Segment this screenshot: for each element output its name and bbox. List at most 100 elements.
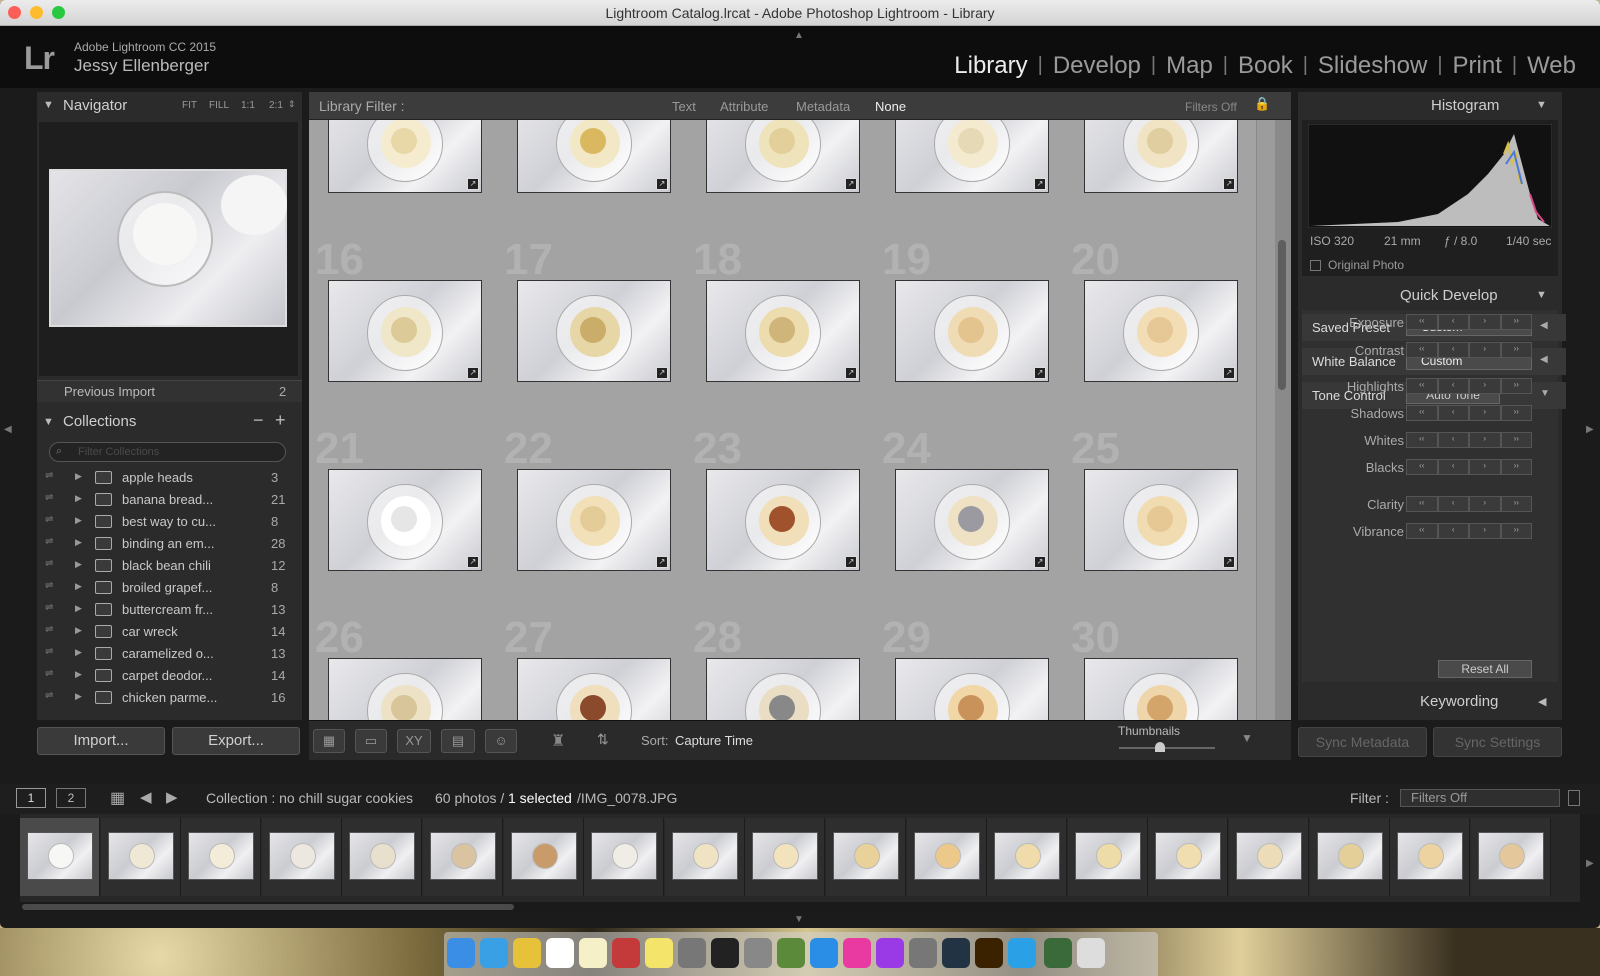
filter-tab-attribute[interactable]: Attribute [720,99,768,114]
stickies-icon[interactable] [645,938,673,968]
decrease-small-button[interactable]: ‹ [1437,342,1469,358]
photo-thumbnail[interactable]: ↗ [517,120,671,193]
filmstrip-thumbnail[interactable] [100,818,181,896]
decrease-large-button[interactable]: ‹‹ [1406,314,1438,330]
increase-small-button[interactable]: › [1469,378,1501,394]
grid-cell[interactable]: 26↗ [309,613,501,720]
grid-cell[interactable]: 27↗ [498,613,690,720]
grid-cell[interactable]: ↗ [1065,120,1257,239]
zoom-stepper-icon[interactable]: ⇕ [288,99,296,110]
thumbnail-size-slider[interactable] [1119,742,1215,752]
grid-cell[interactable]: 24 ↗ [876,424,1068,617]
trash-icon[interactable] [1077,938,1105,968]
increase-small-button[interactable]: › [1469,432,1501,448]
module-develop[interactable]: Develop [1043,52,1151,80]
edited-badge-icon[interactable]: ↗ [1034,367,1046,379]
grid-cell[interactable]: 22 ↗ [498,424,690,617]
expand-triangle-icon[interactable]: ▶ [75,691,82,702]
sync-arrow-icon[interactable]: ⇌ [45,646,53,657]
filter-tab-text[interactable]: Text [672,99,696,114]
filmstrip-thumbnail[interactable] [1470,818,1551,896]
edited-badge-icon[interactable]: ↗ [845,367,857,379]
sync-arrow-icon[interactable]: ⇌ [45,536,53,547]
grid-scrollbar-track[interactable] [1275,120,1291,720]
filmstrip-thumbnail[interactable] [1229,818,1309,896]
decrease-large-button[interactable]: ‹‹ [1406,405,1438,421]
calculator-icon[interactable] [678,938,706,968]
disclosure-triangle-icon[interactable]: ▼ [1536,289,1547,301]
edited-badge-icon[interactable]: ↗ [656,556,668,568]
photo-thumbnail[interactable]: ↗ [328,120,482,193]
disclosure-triangle-icon[interactable]: ▼ [43,416,54,428]
photo-thumbnail[interactable]: ↗ [895,280,1049,382]
photo-thumbnail[interactable]: ↗ [517,280,671,382]
filmstrip-thumbnail[interactable] [503,818,584,896]
expand-triangle-icon[interactable]: ▶ [75,515,82,526]
edited-badge-icon[interactable]: ↗ [656,367,668,379]
original-photo-checkbox[interactable] [1310,260,1321,271]
filmstrip-thumbnail[interactable] [181,818,262,896]
filmstrip-scrollbar[interactable] [20,902,1580,912]
increase-small-button[interactable]: › [1469,496,1501,512]
increase-small-button[interactable]: › [1469,342,1501,358]
module-book[interactable]: Book [1228,52,1303,80]
collapse-top-panel-icon[interactable]: ▲ [794,30,804,41]
collection-item[interactable]: ⇌ ▶ caramelized o... 13 [41,643,286,665]
collection-item[interactable]: ⇌ ▶ broiled grapef... 8 [41,577,286,599]
people-view-icon[interactable]: ☺ [485,729,517,753]
zoom-fit[interactable]: FIT [182,100,197,111]
sync-arrow-icon[interactable]: ⇌ [45,492,53,503]
sync-arrow-icon[interactable]: ⇌ [45,624,53,635]
edited-badge-icon[interactable]: ↗ [845,178,857,190]
safari-icon[interactable] [480,938,508,968]
photo-thumbnail[interactable]: ↗ [328,658,482,720]
lock-icon[interactable]: 🔒 [1254,96,1270,112]
disclosure-triangle-icon[interactable]: ▼ [1536,99,1547,111]
export-button[interactable]: Export... [172,727,300,755]
photo-thumbnail[interactable]: ↗ [706,469,860,571]
edited-badge-icon[interactable]: ↗ [1034,178,1046,190]
filmstrip-thumbnail[interactable] [745,818,826,896]
grid-view-icon[interactable]: ▦ [313,729,345,753]
thumbnail-size-handle[interactable] [1155,742,1165,752]
photo-thumbnail[interactable]: ↗ [1084,120,1238,193]
keywording-header[interactable]: Keywording ◀ [1298,688,1562,716]
grid-cell[interactable]: 18 ↗ [687,235,879,428]
survey-view-icon[interactable]: ▤ [441,729,475,753]
toolbar-menu-icon[interactable]: ▼ [1241,731,1253,745]
reset-all-button[interactable]: Reset All [1438,660,1532,678]
decrease-small-button[interactable]: ‹ [1437,314,1469,330]
increase-small-button[interactable]: › [1469,523,1501,539]
photo-thumbnail[interactable]: ↗ [1084,469,1238,571]
chrome-icon[interactable] [513,938,541,968]
filmstrip-thumbnail[interactable] [342,818,423,896]
filmstrip-thumbnail[interactable] [1067,818,1148,896]
module-web[interactable]: Web [1517,52,1586,80]
photo-booth-icon[interactable] [612,938,640,968]
podcast-icon[interactable] [876,938,904,968]
decrease-small-button[interactable]: ‹ [1437,459,1469,475]
collection-item[interactable]: ⇌ ▶ best way to cu... 8 [41,511,286,533]
grid-cell[interactable]: ↗ [309,120,501,239]
collections-header[interactable]: ▼ Collections − + [37,408,302,436]
photo-thumbnail[interactable]: ↗ [895,469,1049,571]
sync-arrow-icon[interactable]: ⇌ [45,602,53,613]
zoom-2-1[interactable]: 2:1 [269,100,283,111]
sync-settings-button[interactable]: Sync Settings [1433,727,1562,757]
module-print[interactable]: Print [1443,52,1512,80]
collection-item[interactable]: ⇌ ▶ carpet deodor... 14 [41,665,286,687]
import-button[interactable]: Import... [37,727,165,755]
filmstrip-filter-select[interactable]: Filters Off [1400,789,1560,807]
collection-item[interactable]: ⇌ ▶ binding an em... 28 [41,533,286,555]
photo-thumbnail[interactable]: ↗ [706,280,860,382]
edited-badge-icon[interactable]: ↗ [467,367,479,379]
photo-thumbnail[interactable]: ↗ [895,120,1049,193]
notes-icon[interactable] [579,938,607,968]
filmstrip-thumbnail[interactable] [584,818,665,896]
decrease-large-button[interactable]: ‹‹ [1406,459,1438,475]
compare-view-icon[interactable]: XY [397,729,431,753]
increase-large-button[interactable]: ›› [1500,523,1532,539]
grid-cell[interactable]: 20 ↗ [1065,235,1257,428]
decrease-large-button[interactable]: ‹‹ [1406,496,1438,512]
decrease-small-button[interactable]: ‹ [1437,496,1469,512]
